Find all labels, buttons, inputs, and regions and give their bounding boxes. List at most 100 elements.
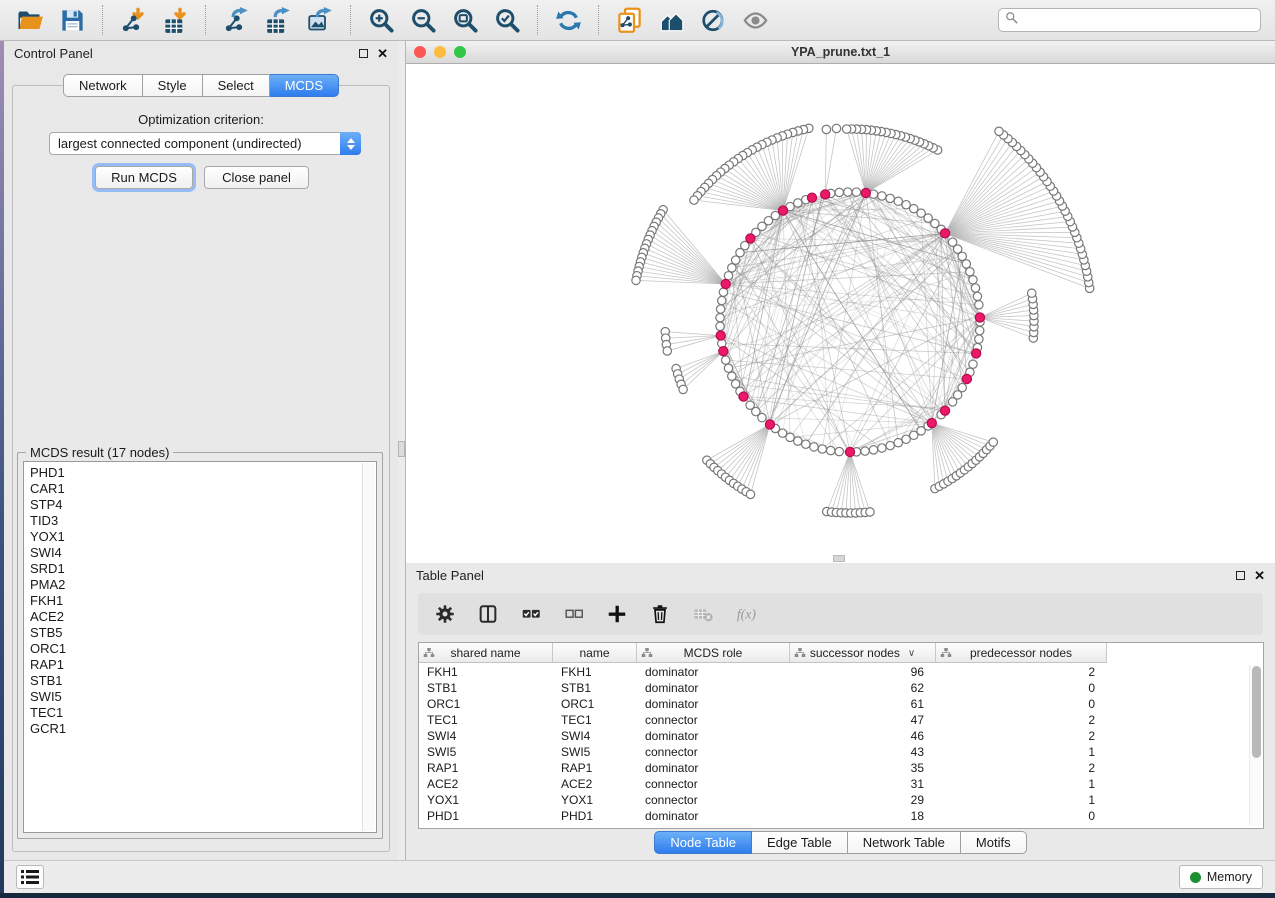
graph-node[interactable]: [632, 276, 640, 284]
graph-node[interactable]: [995, 127, 1003, 135]
graph-node[interactable]: [722, 356, 730, 364]
graph-node[interactable]: [728, 264, 736, 272]
graph-node[interactable]: [975, 313, 984, 322]
graph-node[interactable]: [807, 193, 816, 202]
graph-node[interactable]: [802, 440, 810, 448]
table-scrollbar[interactable]: [1249, 665, 1261, 826]
graph-node[interactable]: [969, 360, 977, 368]
splitter-grip[interactable]: [398, 441, 405, 457]
graph-node[interactable]: [861, 188, 870, 197]
split-columns-button[interactable]: [475, 601, 501, 627]
table-scrollbar-thumb[interactable]: [1252, 666, 1261, 758]
graph-node[interactable]: [716, 331, 725, 340]
graph-node[interactable]: [866, 508, 874, 516]
result-node[interactable]: TEC1: [30, 705, 356, 721]
close-table-panel-icon[interactable]: ✕: [1254, 571, 1265, 580]
graph-node[interactable]: [973, 292, 981, 300]
graph-node[interactable]: [845, 447, 854, 456]
table-row[interactable]: RAP1RAP1dominator352: [419, 760, 1107, 776]
import-table-button[interactable]: [159, 5, 191, 35]
delete-column-button[interactable]: [647, 601, 673, 627]
graph-node[interactable]: [832, 124, 840, 132]
graph-node[interactable]: [818, 445, 826, 453]
graph-node[interactable]: [844, 188, 852, 196]
float-table-panel-icon[interactable]: [1236, 571, 1245, 580]
graph-node[interactable]: [971, 284, 979, 292]
graph-node[interactable]: [958, 383, 966, 391]
graph-node[interactable]: [835, 447, 843, 455]
graph-node[interactable]: [718, 296, 726, 304]
tab-mcds[interactable]: MCDS: [270, 74, 339, 97]
table-row[interactable]: STB1STB1dominator620: [419, 680, 1107, 696]
graph-node[interactable]: [765, 420, 774, 429]
float-panel-icon[interactable]: [359, 49, 368, 58]
graph-node[interactable]: [716, 305, 724, 313]
graph-node[interactable]: [878, 444, 886, 452]
table-row[interactable]: ACE2ACE2connector311: [419, 776, 1107, 792]
settings-gear-button[interactable]: [432, 601, 458, 627]
graph-node[interactable]: [821, 190, 830, 199]
graph-node[interactable]: [948, 238, 956, 246]
show-details-eye-button[interactable]: [739, 5, 771, 35]
graph-node[interactable]: [786, 433, 794, 441]
graph-node[interactable]: [927, 418, 936, 427]
import-network-button[interactable]: [117, 5, 149, 35]
tab-select[interactable]: Select: [203, 74, 270, 97]
graph-node[interactable]: [827, 446, 835, 454]
network-from-document-button[interactable]: [613, 5, 645, 35]
graph-node[interactable]: [728, 372, 736, 380]
export-image-button[interactable]: [304, 5, 336, 35]
zoom-fit-button[interactable]: [449, 5, 481, 35]
graph-node[interactable]: [758, 413, 766, 421]
result-node[interactable]: STB1: [30, 673, 356, 689]
graph-node[interactable]: [739, 392, 748, 401]
graph-node[interactable]: [852, 188, 860, 196]
graph-node[interactable]: [975, 335, 983, 343]
graph-node[interactable]: [842, 125, 850, 133]
graph-node[interactable]: [969, 276, 977, 284]
graph-node[interactable]: [861, 447, 869, 455]
open-file-button[interactable]: [14, 5, 46, 35]
graph-node[interactable]: [746, 490, 754, 498]
result-node[interactable]: PHD1: [30, 465, 356, 481]
graph-node[interactable]: [878, 192, 886, 200]
graph-node[interactable]: [724, 272, 732, 280]
result-node[interactable]: ORC1: [30, 641, 356, 657]
graph-node[interactable]: [989, 438, 997, 446]
refresh-layout-button[interactable]: [552, 5, 584, 35]
network-window-titlebar[interactable]: YPA_prune.txt_1: [406, 41, 1275, 64]
tab-network-table[interactable]: Network Table: [848, 831, 961, 854]
add-column-button[interactable]: [604, 601, 630, 627]
deselect-all-button[interactable]: [561, 601, 587, 627]
result-node[interactable]: TID3: [30, 513, 356, 529]
graph-node[interactable]: [716, 322, 724, 330]
column-header-name[interactable]: name: [553, 643, 637, 663]
export-network-button[interactable]: [220, 5, 252, 35]
zoom-selected-button[interactable]: [491, 5, 523, 35]
search-field[interactable]: [998, 8, 1261, 32]
graph-node[interactable]: [940, 229, 949, 238]
graph-node[interactable]: [886, 194, 894, 202]
graph-node[interactable]: [972, 349, 981, 358]
graph-node[interactable]: [975, 301, 983, 309]
graph-node[interactable]: [721, 279, 730, 288]
save-session-button[interactable]: [56, 5, 88, 35]
zoom-in-button[interactable]: [365, 5, 397, 35]
result-node[interactable]: ACE2: [30, 609, 356, 625]
hide-visual-properties-button[interactable]: [697, 5, 729, 35]
horizontal-splitter-grip[interactable]: [833, 555, 845, 562]
graph-node[interactable]: [679, 385, 687, 393]
table-row[interactable]: ORC1ORC1dominator610: [419, 696, 1107, 712]
result-node[interactable]: FKH1: [30, 593, 356, 609]
search-input[interactable]: [1023, 13, 1254, 27]
tab-node-table[interactable]: Node Table: [654, 831, 752, 854]
table-row[interactable]: SWI5SWI5connector431: [419, 744, 1107, 760]
result-node[interactable]: YOX1: [30, 529, 356, 545]
column-header-predecessor-nodes[interactable]: predecessor nodes: [936, 643, 1107, 663]
result-node[interactable]: STB5: [30, 625, 356, 641]
tab-edge-table[interactable]: Edge Table: [752, 831, 848, 854]
home-button[interactable]: [655, 5, 687, 35]
column-header-MCDS-role[interactable]: MCDS role: [637, 643, 790, 663]
result-node[interactable]: PMA2: [30, 577, 356, 593]
graph-node[interactable]: [724, 364, 732, 372]
